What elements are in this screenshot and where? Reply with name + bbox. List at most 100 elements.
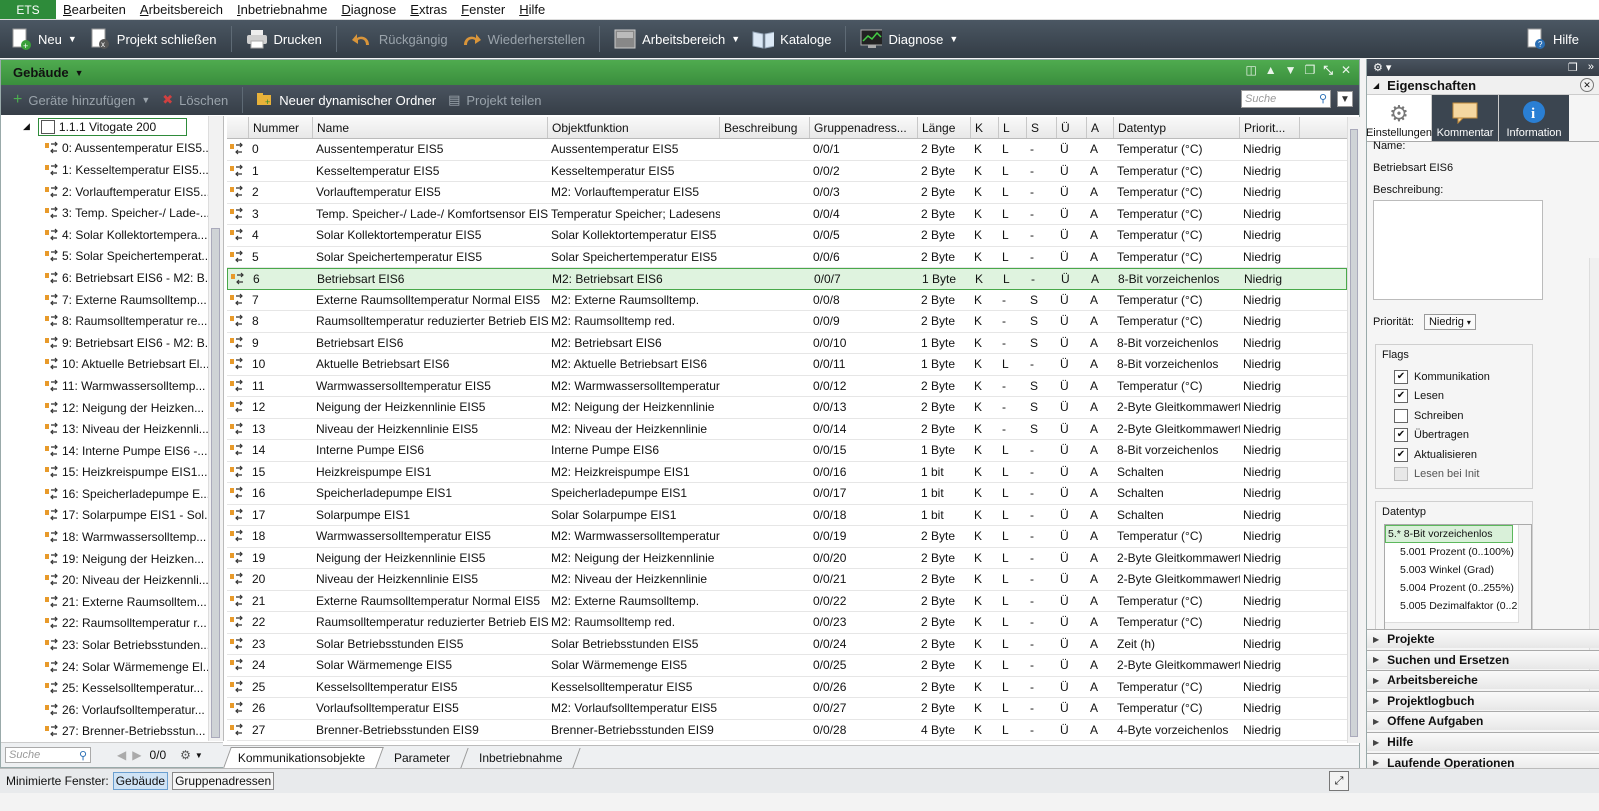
checkbox[interactable] — [1394, 408, 1408, 423]
tree-item[interactable]: 9: Betriebsart EIS6 - M2: B... — [1, 332, 223, 354]
table-row[interactable]: 27 Brenner-Betriebsstunden EIS9 Brenner-Be… — [227, 720, 1347, 741]
tree-item[interactable]: 12: Neigung der Heizken... — [1, 397, 223, 419]
table-row[interactable]: 9 Betriebsart EIS6 M2: Betriebsart EIS6 0/0… — [227, 333, 1347, 354]
table-row[interactable]: 16 Speicherladepumpe EIS1 Speicherladepump… — [227, 483, 1347, 505]
table-row[interactable]: 20 Niveau der Heizkennlinie EIS5 M2: Nivea… — [227, 569, 1347, 591]
redo-button[interactable]: Wiederherstellen — [454, 23, 592, 55]
column-header-gruppenadress[interactable]: Gruppenadress... — [810, 117, 918, 138]
gear-icon[interactable]: ⚙ ▾ — [1373, 61, 1391, 74]
datatype-item[interactable]: 5.004 Prozent (0..255%) — [1385, 579, 1528, 597]
menu-diagnose[interactable]: Diagnose — [334, 2, 403, 17]
tree-item[interactable]: 11: Warmwassersolltemp... — [1, 375, 223, 397]
accordion-projekte[interactable]: ▶ Projekte — [1367, 629, 1599, 648]
tree-item[interactable]: 24: Solar Wärmemenge El... — [1, 656, 223, 678]
table-row[interactable]: 21 Externe Raumsolltemperatur Normal EIS5… — [227, 591, 1347, 612]
scroll-thumb[interactable] — [211, 228, 220, 738]
chevron-down-icon[interactable]: ▼ — [68, 34, 77, 44]
column-header-priorit[interactable]: Priorit... — [1240, 117, 1300, 138]
tree-item[interactable]: 3: Temp. Speicher-/ Lade-... — [1, 202, 223, 224]
column-header-a[interactable]: A — [1087, 117, 1114, 138]
tree-item[interactable]: 6: Betriebsart EIS6 - M2: B... — [1, 267, 223, 289]
column-header-objektfunktion[interactable]: Objektfunktion — [548, 117, 720, 138]
tree-item[interactable]: 22: Raumsolltemperatur r... — [1, 613, 223, 635]
menu-arbeitsbereich[interactable]: Arbeitsbereich — [133, 2, 230, 17]
tree-item[interactable]: 0: Aussentemperatur EIS5... — [1, 138, 223, 160]
tree-item[interactable]: 13: Niveau der Heizkennli... — [1, 418, 223, 440]
tab-parameter[interactable]: Parameter — [380, 748, 470, 768]
undo-button[interactable]: Rückgängig — [345, 23, 454, 55]
tab-inbetriebnahme[interactable]: Inbetriebnahme — [465, 748, 582, 768]
column-header-k[interactable]: K — [971, 117, 999, 138]
accordion-arbeitsbereiche[interactable]: ▶ Arbeitsbereiche — [1367, 670, 1599, 690]
table-row[interactable]: 12 Neigung der Heizkennlinie EIS5 M2: Neig… — [227, 397, 1347, 419]
table-row[interactable]: 10 Aktuelle Betriebsart EIS6 M2: Aktuelle … — [227, 354, 1347, 376]
arrow-down-icon[interactable]: ▼ — [1285, 63, 1297, 78]
tree-item[interactable]: 25: Kesselsolltemperatur... — [1, 677, 223, 699]
panel-title[interactable]: Gebäude — [13, 65, 69, 80]
help-button[interactable]: ? Hilfe — [1519, 20, 1585, 58]
gear-icon[interactable]: ⚙ — [180, 748, 191, 762]
column-header-icon[interactable] — [227, 117, 249, 138]
tree-item[interactable]: 10: Aktuelle Betriebsart El... — [1, 354, 223, 376]
menu-extras[interactable]: Extras — [403, 2, 454, 17]
collapse-arrow-icon[interactable]: ◢ — [23, 121, 30, 132]
collapse-right-icon[interactable]: » — [1588, 61, 1594, 74]
table-row[interactable]: 25 Kesselsolltemperatur EIS5 Kesselsolltem… — [227, 677, 1347, 698]
datatype-list[interactable]: 5.* 8-Bit vorzeichenlos 5.001 Prozent (0.… — [1384, 524, 1532, 634]
tree-item[interactable]: 23: Solar Betriebsstunden... — [1, 634, 223, 656]
table-row[interactable]: 11 Warmwassersolltemperatur EIS5 M2: Warmw… — [227, 376, 1347, 397]
datatype-item[interactable]: 5.003 Winkel (Grad) — [1385, 561, 1528, 579]
column-header-beschreibung[interactable]: Beschreibung — [720, 117, 810, 138]
tree-item[interactable]: 15: Heizkreispumpe EIS1... — [1, 462, 223, 484]
column-header-l[interactable]: L — [999, 117, 1027, 138]
table-row[interactable]: 24 Solar Wärmemenge EIS5 Solar Wärmemenge … — [227, 655, 1347, 677]
checkbox[interactable]: ✔ — [1394, 369, 1408, 384]
search-icon[interactable]: ⚲ — [79, 749, 87, 762]
add-devices-button[interactable]: + Geräte hinzufügen ▼ — [7, 87, 156, 113]
chevron-down-icon[interactable]: ▼ — [731, 34, 740, 44]
catalogs-button[interactable]: Kataloge — [746, 23, 837, 55]
tree-item[interactable]: 2: Vorlauftemperatur EIS5... — [1, 181, 223, 203]
name-field[interactable]: Betriebsart EIS6 — [1373, 162, 1594, 174]
column-header-datentyp[interactable]: Datentyp — [1114, 117, 1240, 138]
restore-icon[interactable]: ❐ — [1305, 63, 1316, 78]
tree-item[interactable]: 21: Externe Raumsolltem... — [1, 591, 223, 613]
close-icon[interactable]: ✕ — [1580, 78, 1594, 92]
restore-icon[interactable]: ❐ — [1568, 61, 1578, 74]
table-row[interactable]: 14 Interne Pumpe EIS6 Interne Pumpe EIS6 0/… — [227, 440, 1347, 462]
table-row[interactable]: 26 Vorlaufsolltemperatur EIS5 M2: Vorlaufs… — [227, 698, 1347, 720]
description-field[interactable] — [1373, 200, 1543, 300]
tree-item[interactable]: 26: Vorlaufsolltemperatur... — [1, 699, 223, 721]
tree-root-device[interactable]: ◢ 1.1.1 Vitogate 200 — [1, 116, 223, 138]
column-header-l-nge[interactable]: Länge — [918, 117, 971, 138]
table-row[interactable]: 22 Raumsolltemperatur reduzierter Betrieb… — [227, 612, 1347, 634]
print-button[interactable]: Drucken — [240, 23, 328, 55]
datatype-scrollbar[interactable] — [1518, 525, 1531, 633]
close-project-button[interactable]: x Projekt schließen — [83, 23, 223, 55]
panel-search-input[interactable]: Suche ⚲ — [1241, 90, 1331, 108]
accordion-hilfe[interactable]: ▶ Hilfe — [1367, 732, 1599, 751]
accordion-offene-aufgaben[interactable]: ▶ Offene Aufgaben — [1367, 711, 1599, 731]
ets-logo[interactable]: ETS — [0, 0, 56, 19]
chevron-down-icon[interactable]: ▼ — [195, 751, 203, 760]
menu-bearbeiten[interactable]: Bearbeiten — [56, 2, 133, 17]
table-row[interactable]: 6 Betriebsart EIS6 M2: Betriebsart EIS6 0/0… — [227, 268, 1347, 290]
tree-search-input[interactable]: Suche ⚲ — [5, 747, 91, 763]
table-row[interactable]: 8 Raumsolltemperatur reduzierter Betrieb … — [227, 311, 1347, 333]
menu-hilfe[interactable]: Hilfe — [512, 2, 552, 17]
tab-einstellungen[interactable]: ⚙ Einstellungen — [1366, 95, 1432, 141]
datatype-item[interactable]: 5.* 8-Bit vorzeichenlos — [1385, 525, 1513, 543]
tree-item[interactable]: 19: Neigung der Heizken... — [1, 548, 223, 570]
restore-panel-icon[interactable]: ⤢ — [1329, 771, 1349, 791]
tree-item[interactable]: 17: Solarpumpe EIS1 - Sol... — [1, 505, 223, 527]
tree-item[interactable]: 7: Externe Raumsolltemp... — [1, 289, 223, 311]
next-arrow-icon[interactable]: ▶ — [132, 748, 141, 762]
priority-select[interactable]: Niedrig ▾ — [1423, 314, 1476, 330]
table-row[interactable]: 0 Aussentemperatur EIS5 Aussentemperatur E… — [227, 139, 1347, 161]
table-row[interactable]: 7 Externe Raumsolltemperatur Normal EIS5 M… — [227, 290, 1347, 311]
collapse-arrow-icon[interactable]: ◢ — [1373, 81, 1379, 90]
pin-icon[interactable]: ◫ — [1245, 63, 1256, 78]
tree-item[interactable]: 8: Raumsolltemperatur re... — [1, 310, 223, 332]
float-icon[interactable]: ⤡ — [1323, 63, 1333, 78]
tree-scrollbar[interactable] — [208, 116, 223, 741]
